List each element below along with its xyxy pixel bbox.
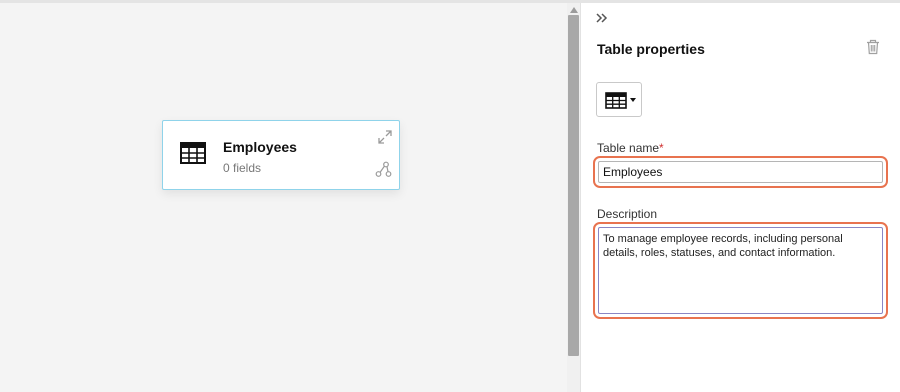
table-grid-icon	[605, 92, 627, 114]
chevron-down-icon	[630, 98, 636, 102]
table-icon-picker[interactable]	[596, 82, 642, 117]
trash-icon[interactable]	[865, 39, 881, 60]
node-field-count: 0 fields	[223, 161, 262, 175]
table-properties-panel: Table properties Table name* Desc	[581, 3, 900, 392]
table-name-highlight	[593, 156, 888, 188]
node-title: Employees	[223, 139, 297, 155]
description-highlight: To manage employee records, including pe…	[593, 222, 888, 319]
scroll-up-arrow[interactable]	[569, 7, 578, 13]
table-node-employees[interactable]: Employees 0 fields	[162, 120, 400, 190]
table-name-input[interactable]	[598, 161, 883, 183]
description-label: Description	[597, 207, 658, 221]
description-textarea[interactable]: To manage employee records, including pe…	[598, 227, 883, 314]
diagram-canvas[interactable]: Employees 0 fields	[0, 3, 567, 392]
panel-title: Table properties	[597, 41, 705, 57]
double-chevron-right-icon[interactable]	[595, 11, 609, 29]
expand-icon[interactable]	[378, 130, 392, 149]
scroll-thumb[interactable]	[568, 15, 579, 356]
canvas-scrollbar[interactable]	[567, 3, 580, 392]
relationship-icon[interactable]	[375, 161, 392, 183]
table-name-label: Table name*	[597, 141, 664, 155]
table-grid-icon	[180, 142, 206, 169]
table-name-label-text: Table name	[597, 141, 660, 155]
required-marker: *	[659, 141, 664, 155]
